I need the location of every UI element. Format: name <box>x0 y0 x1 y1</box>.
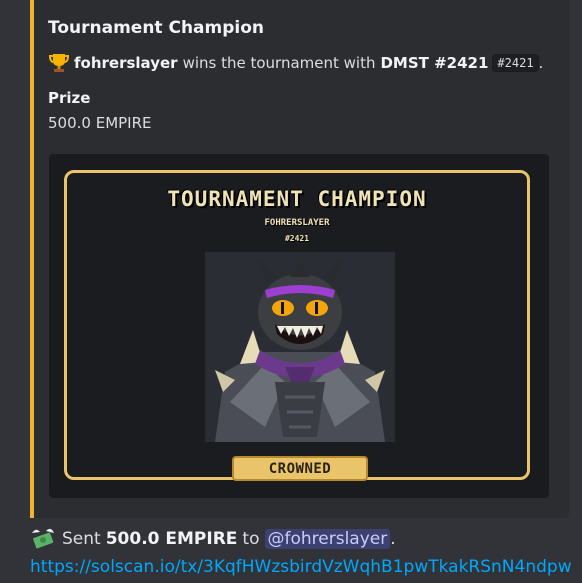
trophy-icon <box>48 54 70 72</box>
tournament-embed: Tournament Champion fohrerslayer wins th… <box>30 0 569 518</box>
message-prefix: Sent <box>62 529 101 549</box>
card-title: TOURNAMENT CHAMPION <box>167 187 427 211</box>
transfer-message: Sent 500.0 EMPIRE to @fohrerslayer . <box>30 527 396 551</box>
message-end: . <box>390 529 396 549</box>
message-to: to <box>242 529 260 549</box>
winner-name[interactable]: fohrerslayer <box>74 54 178 72</box>
money-with-wings-icon <box>32 528 54 549</box>
nft-name: DMST #2421 <box>380 54 489 72</box>
message-amount: 500.0 EMPIRE <box>105 529 238 549</box>
solscan-link[interactable]: https://solscan.io/tx/3KqfHWzsbirdVzWqhB… <box>30 557 572 577</box>
champion-card-image[interactable]: TOURNAMENT CHAMPION FOHRERSLAYER #2421 C… <box>49 154 549 498</box>
user-mention[interactable]: @fohrerslayer <box>264 529 391 549</box>
dragon-warrior-nft-icon <box>205 252 395 442</box>
description-text: wins the tournament with <box>182 54 376 72</box>
embed-description: fohrerslayer wins the tournament with DM… <box>48 52 543 74</box>
prize-field-name: Prize <box>48 89 91 107</box>
nft-code-tag: #2421 <box>492 54 539 72</box>
crowned-badge: CROWNED <box>232 456 368 481</box>
description-end: . <box>538 54 544 72</box>
card-nft-id: #2421 <box>284 234 310 243</box>
card-player-name: FOHRERSLAYER <box>264 218 330 228</box>
embed-title: Tournament Champion <box>48 18 265 38</box>
champion-card: TOURNAMENT CHAMPION FOHRERSLAYER #2421 C… <box>64 170 530 481</box>
prize-field-value: 500.0 EMPIRE <box>48 114 152 132</box>
